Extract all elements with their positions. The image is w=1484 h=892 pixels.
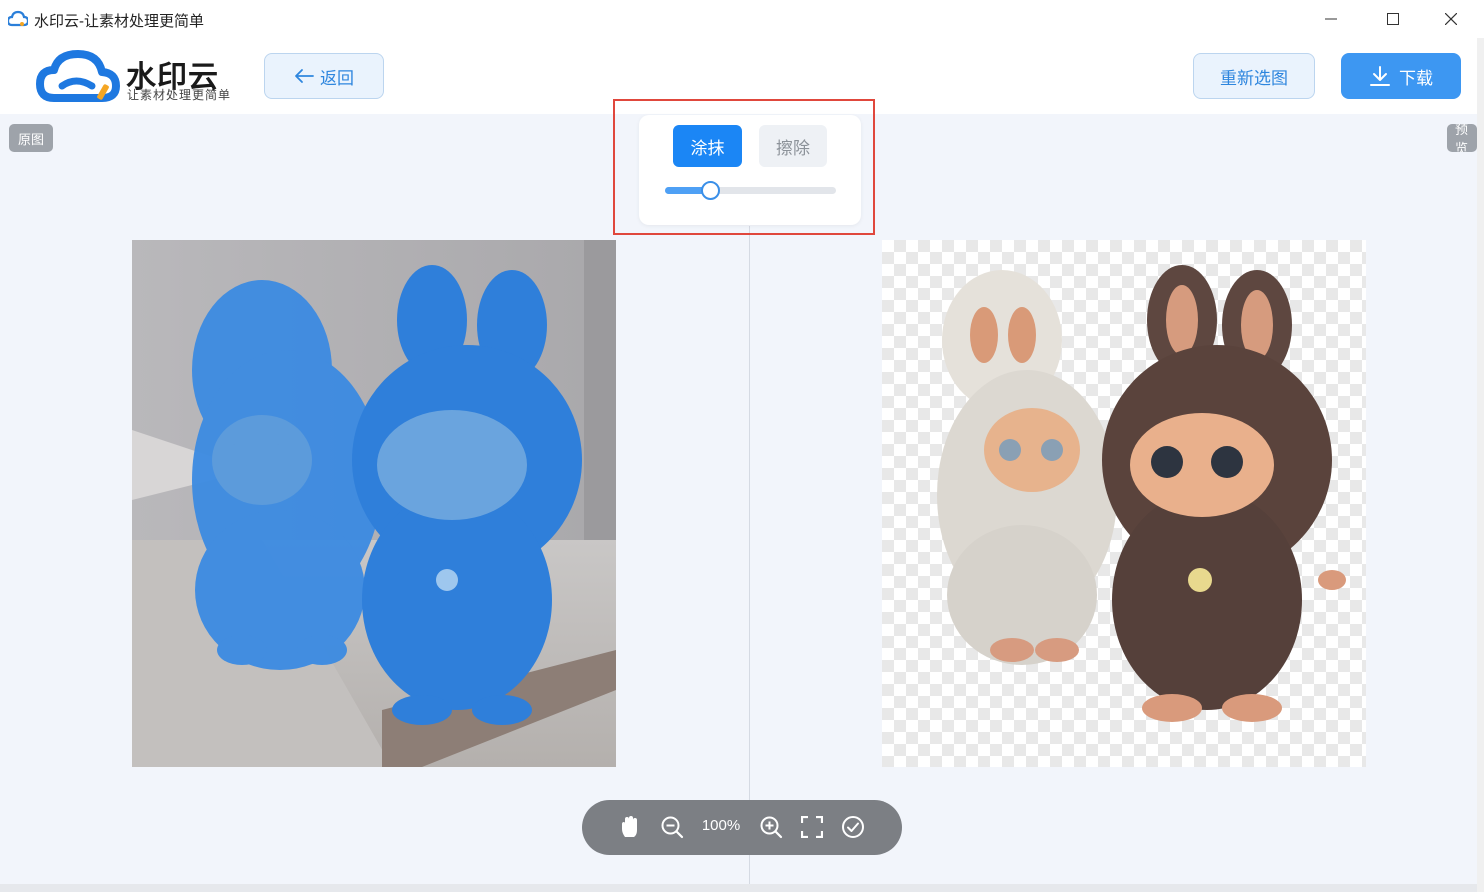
original-tag: 原图 [9, 124, 53, 152]
hand-tool-button[interactable] [616, 813, 644, 841]
original-image[interactable] [132, 240, 616, 767]
paint-button[interactable]: 涂抹 [673, 125, 742, 167]
maximize-button[interactable] [1370, 0, 1416, 38]
close-icon [1445, 13, 1457, 25]
fullscreen-icon [801, 816, 823, 838]
back-button[interactable]: 返回 [264, 53, 384, 99]
horizontal-scrollbar[interactable] [0, 884, 1477, 892]
erase-button[interactable]: 擦除 [759, 125, 827, 167]
minimize-button[interactable] [1308, 0, 1354, 38]
window-title: 水印云-让素材处理更简单 [34, 13, 204, 30]
original-photo[interactable] [132, 240, 616, 767]
confirm-icon [842, 816, 864, 838]
confirm-button[interactable] [839, 813, 867, 841]
reselect-image-button[interactable]: 重新选图 [1193, 53, 1315, 99]
hand-icon [622, 816, 637, 837]
brush-panel: 涂抹 擦除 [639, 115, 861, 225]
preview-cutout [937, 265, 1346, 722]
zoom-in-icon [760, 816, 783, 839]
zoom-out-button[interactable] [658, 813, 686, 841]
reselect-label: 重新选图 [1220, 68, 1288, 88]
window-titlebar: 水印云-让素材处理更简单 [0, 0, 1484, 38]
download-icon [1370, 66, 1390, 86]
preview-tag: 预览 [1447, 124, 1477, 152]
logo-subtitle: 让素材处理更简单 [127, 88, 232, 102]
minimize-icon [1325, 18, 1337, 20]
brush-size-slider[interactable] [665, 181, 836, 200]
paint-label: 涂抹 [690, 138, 725, 158]
vertical-scrollbar[interactable] [1477, 38, 1484, 892]
zoom-in-button[interactable] [757, 813, 785, 841]
arrow-left-icon [295, 69, 314, 83]
zoom-out-icon [661, 816, 684, 839]
fullscreen-button[interactable] [798, 813, 826, 841]
slider-handle[interactable] [701, 181, 721, 200]
download-button[interactable]: 下载 [1341, 53, 1461, 99]
maximize-icon [1387, 13, 1399, 25]
app-cloud-icon [8, 10, 28, 27]
close-button[interactable] [1428, 0, 1474, 38]
zoom-toolbar: 100% [582, 800, 902, 855]
download-label: 下载 [1399, 68, 1433, 88]
compare-divider [749, 226, 750, 884]
preview-image[interactable] [882, 240, 1366, 767]
zoom-level: 100% [701, 817, 741, 834]
erase-label: 擦除 [776, 138, 810, 158]
logo-cloud-icon [36, 50, 120, 102]
back-label: 返回 [320, 68, 354, 88]
